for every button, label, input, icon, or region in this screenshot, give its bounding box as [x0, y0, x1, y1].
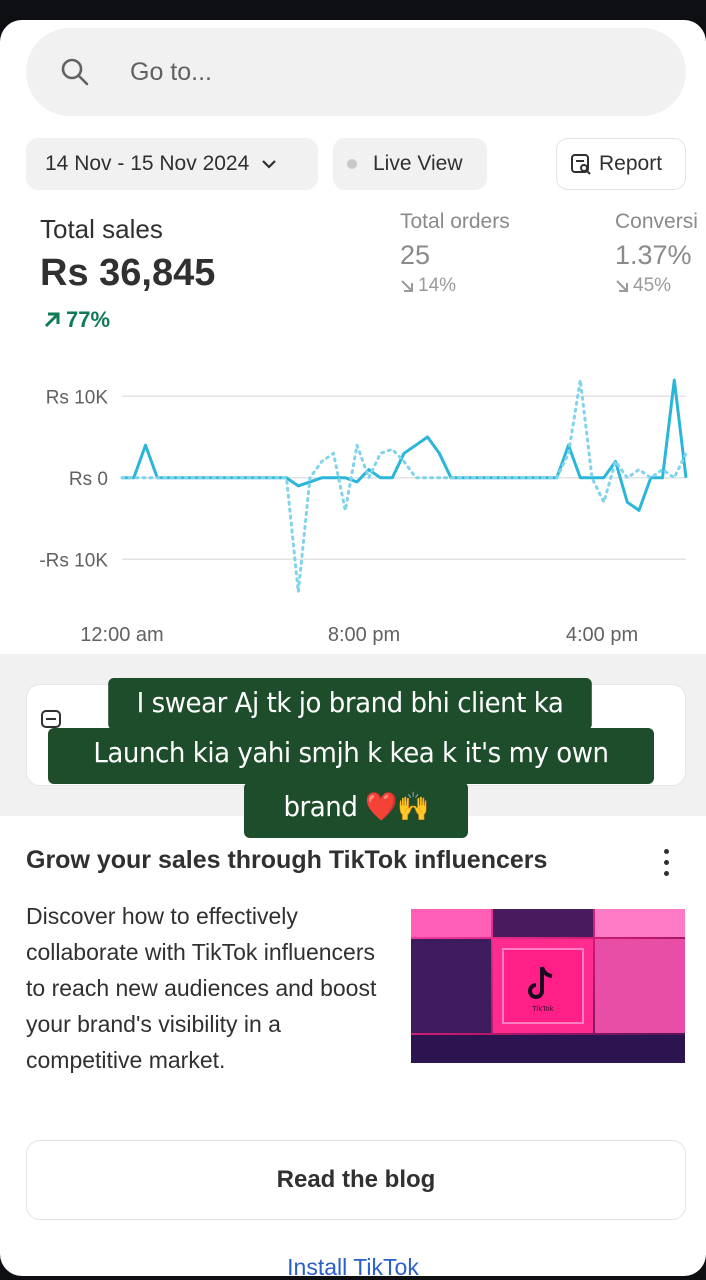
report-icon [571, 154, 591, 175]
chevron-down-icon [262, 160, 277, 169]
search-placeholder: Go to... [130, 57, 212, 86]
total-sales-label: Total sales [40, 214, 163, 244]
report-button[interactable]: Report [556, 138, 686, 190]
search-icon [61, 58, 89, 86]
caption-line-3-text: brand ❤️🙌 [283, 790, 429, 823]
read-blog-button[interactable]: Read the blog [26, 1140, 686, 1220]
tiktok-blog-image: TikTok [411, 909, 685, 1063]
total-orders-value: 25 [400, 240, 431, 270]
comparison-series-line [120, 378, 688, 594]
report-label: Report [599, 152, 663, 175]
blog-card-title: Grow your sales through TikTok influence… [26, 846, 548, 874]
total-orders-change-value: 14% [418, 275, 457, 296]
x-tick-label: 8:00 pm [328, 624, 400, 646]
conversion-value: 1.37% [615, 240, 692, 270]
y-tick-label: Rs 0 [69, 469, 108, 490]
live-dot-icon [347, 159, 357, 169]
y-tick-label: -Rs 10K [39, 550, 108, 571]
live-view-label: Live View [373, 152, 463, 175]
app-screen: Go to... 14 Nov - 15 Nov 2024 Live View … [0, 20, 706, 1276]
conversion-change-value: 45% [633, 275, 672, 296]
x-tick-label: 12:00 am [80, 624, 163, 646]
caption-line-3: brand ❤️🙌 [244, 782, 468, 838]
total-sales-change: 77% [42, 307, 110, 333]
total-sales-change-value: 77% [66, 307, 111, 332]
x-tick-label: 4:00 pm [566, 624, 638, 646]
conversion-change: 45% [615, 275, 671, 297]
y-tick-label: Rs 10K [46, 387, 109, 408]
arrow-up-right-icon [44, 312, 60, 328]
arrow-down-right-icon [616, 280, 628, 292]
caption-line-2-text: Launch kia yahi smjh k kea k it's my own [93, 736, 609, 769]
arrow-down-right-icon [401, 280, 413, 292]
caption-line-2: Launch kia yahi smjh k kea k it's my own [48, 728, 654, 784]
live-view-button[interactable]: Live View [333, 138, 487, 190]
total-sales-value: Rs 36,845 [40, 252, 216, 294]
tiktok-image-label: TikTok [531, 1005, 554, 1013]
total-orders-label: Total orders [400, 210, 510, 233]
sales-line-chart: Rs 10K Rs 0 -Rs 10K 12:00 am 8:00 pm 4:00 pm [39, 378, 688, 646]
total-orders-change: 14% [400, 275, 456, 297]
date-range-label: 14 Nov - 15 Nov 2024 [45, 152, 250, 175]
caption-line-1: I swear Aj tk jo brand bhi client ka [108, 678, 592, 730]
search-bar[interactable]: Go to... [26, 28, 686, 116]
date-range-picker[interactable]: 14 Nov - 15 Nov 2024 [26, 138, 318, 190]
blog-card-description: Discover how to effectively collaborate … [26, 903, 377, 1073]
sales-series-line [122, 378, 688, 512]
more-options-icon[interactable] [655, 846, 677, 880]
conversion-label: Conversi [615, 210, 698, 233]
install-tiktok-link[interactable]: Install TikTok [0, 1254, 706, 1276]
